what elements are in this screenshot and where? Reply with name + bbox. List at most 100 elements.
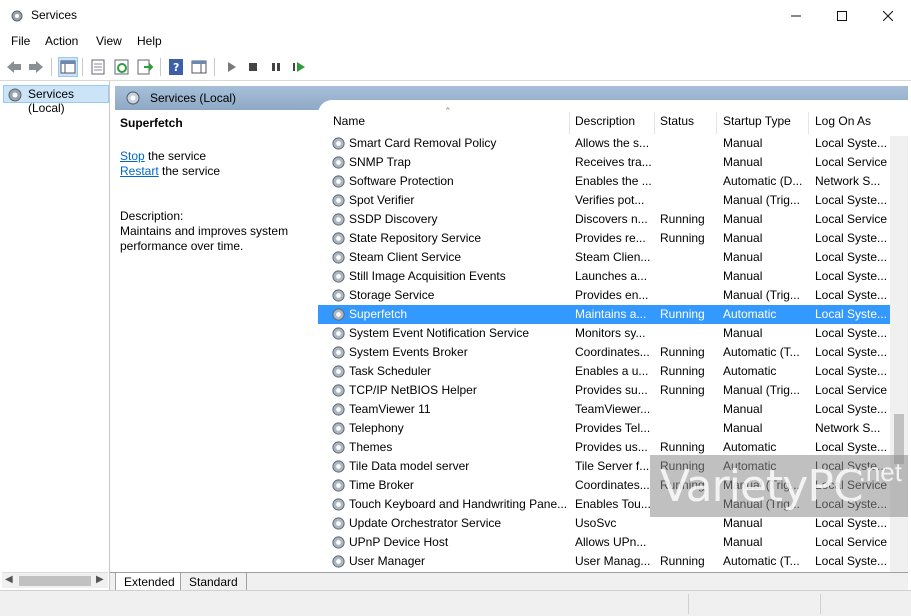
column-divider[interactable] xyxy=(654,112,655,134)
table-row[interactable]: Task Scheduler Enables a u... Running Autom… xyxy=(318,362,890,381)
description-label: Description: xyxy=(120,209,184,223)
cell-log-on-as: Local Syste... xyxy=(815,364,887,378)
close-button[interactable] xyxy=(865,0,911,31)
scroll-left-icon[interactable]: ◀ xyxy=(5,574,13,585)
cell-status: Running xyxy=(660,364,705,378)
cell-description: Verifies pot... xyxy=(575,193,645,207)
table-row[interactable]: Steam Client Service Steam Clien... Manual… xyxy=(318,248,890,267)
pause-service-button[interactable] xyxy=(266,57,286,77)
console-tree: Services (Local) ◀ ▶ xyxy=(0,81,110,590)
cell-log-on-as: Local Syste... xyxy=(815,326,887,340)
export-list-button[interactable] xyxy=(135,57,155,77)
pane-header-title: Services (Local) xyxy=(150,91,237,105)
scroll-right-icon[interactable]: ▶ xyxy=(96,574,104,585)
service-gear-icon xyxy=(332,555,345,568)
cell-name: User Manager xyxy=(349,554,426,568)
cell-startup-type: Manual xyxy=(723,402,763,416)
tab-extended[interactable]: Extended xyxy=(115,573,184,591)
maximize-button[interactable] xyxy=(819,0,865,31)
service-gear-icon xyxy=(332,498,345,511)
column-header-log-on-as[interactable]: Log On As xyxy=(815,112,890,134)
service-gear-icon xyxy=(332,156,345,169)
cell-status: Running xyxy=(660,307,705,321)
menu-file[interactable]: File xyxy=(11,34,30,48)
table-row[interactable]: Telephony Provides Tel... Manual Network S.… xyxy=(318,419,890,438)
show-action-pane-button[interactable] xyxy=(189,57,209,77)
cell-startup-type: Manual xyxy=(723,212,763,226)
back-button[interactable] xyxy=(4,57,24,77)
cell-startup-type: Manual (Trig... xyxy=(723,383,800,397)
restart-service-button[interactable] xyxy=(289,57,309,77)
tab-standard[interactable]: Standard xyxy=(180,573,247,591)
table-row[interactable]: TCP/IP NetBIOS Helper Provides su... Runni… xyxy=(318,381,890,400)
stop-service-line: Stop the service xyxy=(120,149,206,163)
svg-text:?: ? xyxy=(173,61,179,74)
menu-view[interactable]: View xyxy=(96,34,122,48)
table-row[interactable]: TeamViewer 11 TeamViewer... Manual Local Sy… xyxy=(318,400,890,419)
column-header-name[interactable]: Name xyxy=(333,112,568,134)
window-title: Services xyxy=(31,8,78,22)
table-row[interactable]: Storage Service Provides en... Manual (Tri… xyxy=(318,286,890,305)
forward-arrow-icon xyxy=(29,61,43,73)
cell-name: Task Scheduler xyxy=(349,364,432,378)
properties-icon xyxy=(91,59,105,75)
column-divider[interactable] xyxy=(716,112,717,134)
service-gear-icon xyxy=(332,517,345,530)
table-row[interactable]: System Events Broker Coordinates... Runnin… xyxy=(318,343,890,362)
service-gear-icon xyxy=(332,270,345,283)
restart-icon xyxy=(293,62,305,72)
table-row[interactable]: UPnP Device Host Allows UPn... Manual Local… xyxy=(318,533,890,552)
table-row[interactable]: Smart Card Removal Policy Allows the s...… xyxy=(318,134,890,153)
service-gear-icon xyxy=(332,137,345,150)
menu-help[interactable]: Help xyxy=(137,34,162,48)
column-header-description[interactable]: Description xyxy=(575,112,655,134)
cell-name: Spot Verifier xyxy=(349,193,415,207)
properties-button[interactable] xyxy=(88,57,108,77)
column-divider[interactable] xyxy=(569,112,570,134)
minimize-button[interactable] xyxy=(773,0,819,31)
table-row[interactable]: State Repository Service Provides re... Ru… xyxy=(318,229,890,248)
restart-service-link[interactable]: Restart xyxy=(120,164,159,178)
forward-button[interactable] xyxy=(26,57,46,77)
toolbar-separator xyxy=(82,58,83,76)
cell-status: Running xyxy=(660,231,705,245)
table-row[interactable]: Software Protection Enables the ... Automa… xyxy=(318,172,890,191)
column-header-startup-type[interactable]: Startup Type xyxy=(723,112,808,134)
cell-startup-type: Manual xyxy=(723,250,763,264)
cell-startup-type: Automatic xyxy=(723,440,777,454)
refresh-button[interactable] xyxy=(112,57,132,77)
cell-name: Update Orchestrator Service xyxy=(349,516,502,530)
table-row[interactable]: SNMP Trap Receives tra... Manual Local Serv… xyxy=(318,153,890,172)
tree-item-services-local[interactable]: Services (Local) xyxy=(3,85,109,115)
cell-status: Running xyxy=(660,345,705,359)
table-row[interactable]: Still Image Acquisition Events Launches a… xyxy=(318,267,890,286)
table-row[interactable]: User Manager User Manag... Running Automati… xyxy=(318,552,890,571)
cell-name: Smart Card Removal Policy xyxy=(349,136,497,150)
show-hide-console-tree-button[interactable] xyxy=(58,57,78,77)
scroll-thumb[interactable] xyxy=(19,576,91,586)
table-row[interactable]: Superfetch Maintains a... Running Automatic… xyxy=(318,305,890,324)
cell-name: Superfetch xyxy=(349,307,408,321)
service-gear-icon xyxy=(332,175,345,188)
table-row[interactable]: System Event Notification Service Monitor… xyxy=(318,324,890,343)
services-gear-icon xyxy=(126,91,140,105)
services-gear-icon xyxy=(11,10,23,22)
service-gear-icon xyxy=(332,384,345,397)
menu-action[interactable]: Action xyxy=(45,34,78,48)
cell-description: Provides Tel... xyxy=(575,421,651,435)
stop-service-link[interactable]: Stop xyxy=(120,149,145,163)
column-header-status[interactable]: Status xyxy=(660,112,715,134)
table-row[interactable]: Spot Verifier Verifies pot... Manual (Trig… xyxy=(318,191,890,210)
stop-service-button[interactable] xyxy=(243,57,263,77)
start-service-button[interactable] xyxy=(221,57,241,77)
help-button[interactable]: ? xyxy=(166,57,186,77)
services-gear-icon xyxy=(8,88,22,102)
tree-horizontal-scrollbar[interactable]: ◀ ▶ xyxy=(2,572,108,588)
close-icon xyxy=(883,10,893,21)
restart-service-text: the service xyxy=(158,164,221,178)
service-gear-icon xyxy=(332,308,345,321)
table-row[interactable]: SSDP Discovery Discovers n... Running Manua… xyxy=(318,210,890,229)
cell-startup-type: Automatic xyxy=(723,307,777,321)
column-divider[interactable] xyxy=(808,112,809,134)
cell-startup-type: Manual xyxy=(723,326,763,340)
